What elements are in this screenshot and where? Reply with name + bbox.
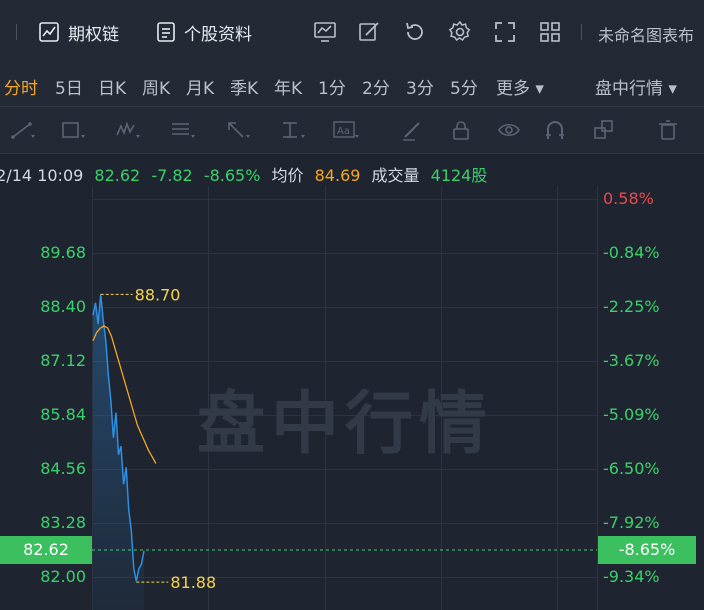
grid-line	[92, 523, 598, 524]
period-tab[interactable]: 2分	[362, 74, 390, 99]
wave-pattern-icon[interactable]	[115, 119, 141, 141]
fibonacci-icon[interactable]	[170, 119, 196, 141]
options-chain-label: 期权链	[68, 24, 119, 45]
trend-line-icon[interactable]	[10, 119, 36, 141]
period-tab[interactable]: 5日	[55, 74, 83, 99]
y-axis-right-tick: -7.92%	[603, 513, 660, 532]
period-tab[interactable]: 年K	[274, 74, 302, 99]
stock-profile-label: 个股资料	[184, 24, 252, 45]
grid-line	[92, 577, 598, 578]
gear-icon[interactable]	[448, 20, 472, 44]
price-area	[93, 294, 144, 610]
y-axis-left-tick: 87.12	[40, 351, 86, 370]
chart-layout-name[interactable]: 未命名图表布	[598, 22, 694, 46]
y-axis-left-tick: 83.28	[40, 513, 86, 532]
y-axis-right-tick: -2.25%	[603, 297, 660, 316]
options-chain-button[interactable]: 期权链	[38, 18, 119, 46]
y-axis-left-tick: 85.84	[40, 405, 86, 424]
grid-line	[92, 186, 93, 610]
quote-change-pct: -8.65%	[203, 166, 261, 185]
y-axis-left-tick: 84.56	[40, 459, 86, 478]
quote-datetime: 02/14 10:09	[0, 166, 84, 185]
avg-price-series-line	[92, 325, 157, 464]
y-axis-left-tick: 82.00	[40, 567, 86, 586]
measure-tool-icon[interactable]	[280, 119, 306, 141]
copy-layers-icon[interactable]	[592, 119, 618, 141]
pen-icon[interactable]	[400, 119, 426, 141]
chart-icon	[39, 22, 59, 42]
y-axis-right-tick: -9.34%	[603, 567, 660, 586]
avg-price-label: 均价	[271, 166, 304, 185]
period-tab[interactable]: 1分	[318, 74, 346, 99]
low-marker-label: 81.88	[170, 573, 216, 592]
period-tab[interactable]: 3分	[406, 74, 434, 99]
more-periods-dropdown[interactable]: 更多 ▾	[496, 74, 544, 99]
volume-label: 成交量	[371, 166, 420, 185]
grid-line	[557, 186, 558, 610]
magnet-icon[interactable]	[543, 119, 569, 141]
market-mode-dropdown[interactable]: 盘中行情 ▾	[595, 74, 677, 99]
lock-icon[interactable]	[449, 119, 475, 141]
stock-profile-button[interactable]: 个股资料	[156, 18, 252, 46]
quote-price: 82.62	[94, 166, 141, 185]
current-price-tag: 82.62	[0, 536, 92, 564]
watermark: 盘中行情	[197, 385, 494, 464]
fullscreen-icon[interactable]	[493, 20, 517, 44]
y-axis-right-tick: -5.09%	[603, 405, 660, 424]
eye-icon[interactable]	[497, 119, 523, 141]
divider	[581, 24, 582, 40]
grid-line	[92, 253, 598, 254]
y-axis-right-tick: -6.50%	[603, 459, 660, 478]
y-axis-left-tick: 89.68	[40, 243, 86, 262]
period-bar: 分时 5日 日K 周K 月K 季K 年K 1分 2分 3分 5分 更多 ▾ 盘中…	[0, 62, 704, 107]
edit-icon[interactable]	[357, 20, 381, 44]
y-axis-right-tick: -3.67%	[603, 351, 660, 370]
document-icon	[157, 22, 175, 42]
high-marker-label: 88.70	[135, 285, 181, 304]
drawing-toolbar: Aa	[0, 107, 704, 154]
y-axis-left-tick: 88.40	[40, 297, 86, 316]
period-tab[interactable]: 月K	[186, 74, 214, 99]
period-tab[interactable]: 周K	[142, 74, 170, 99]
quote-change: -7.82	[151, 166, 193, 185]
trash-icon[interactable]	[656, 119, 682, 141]
indicator-icon[interactable]	[313, 20, 337, 44]
divider	[16, 24, 17, 40]
volume-value: 4124股	[430, 166, 488, 185]
grid-line	[92, 469, 598, 470]
grid-line	[92, 307, 598, 308]
arrow-tool-icon[interactable]	[225, 119, 251, 141]
layout-grid-icon[interactable]	[538, 20, 562, 44]
quote-info-line: 02/14 10:09 82.62 -7.82 -8.65% 均价 84.69 …	[0, 162, 493, 186]
text-tool-icon[interactable]: Aa	[333, 119, 359, 141]
y-axis-right-tick: -0.84%	[603, 243, 660, 262]
grid-line	[92, 199, 598, 200]
period-tab[interactable]: 5分	[450, 74, 478, 99]
period-tab[interactable]: 分时	[4, 74, 38, 99]
price-series-line	[92, 294, 145, 582]
top-bar: 期权链 个股资料 未命名图表布	[0, 0, 704, 63]
grid-line	[92, 361, 598, 362]
current-pct-tag: -8.65%	[598, 536, 696, 564]
svg-text:Aa: Aa	[337, 126, 350, 137]
rectangle-tool-icon[interactable]	[60, 119, 86, 141]
y-axis-right-tick: 0.58%	[603, 189, 654, 208]
avg-price-value: 84.69	[314, 166, 361, 185]
period-tab[interactable]: 日K	[98, 74, 126, 99]
refresh-icon[interactable]	[403, 20, 427, 44]
period-tab[interactable]: 季K	[230, 74, 258, 99]
